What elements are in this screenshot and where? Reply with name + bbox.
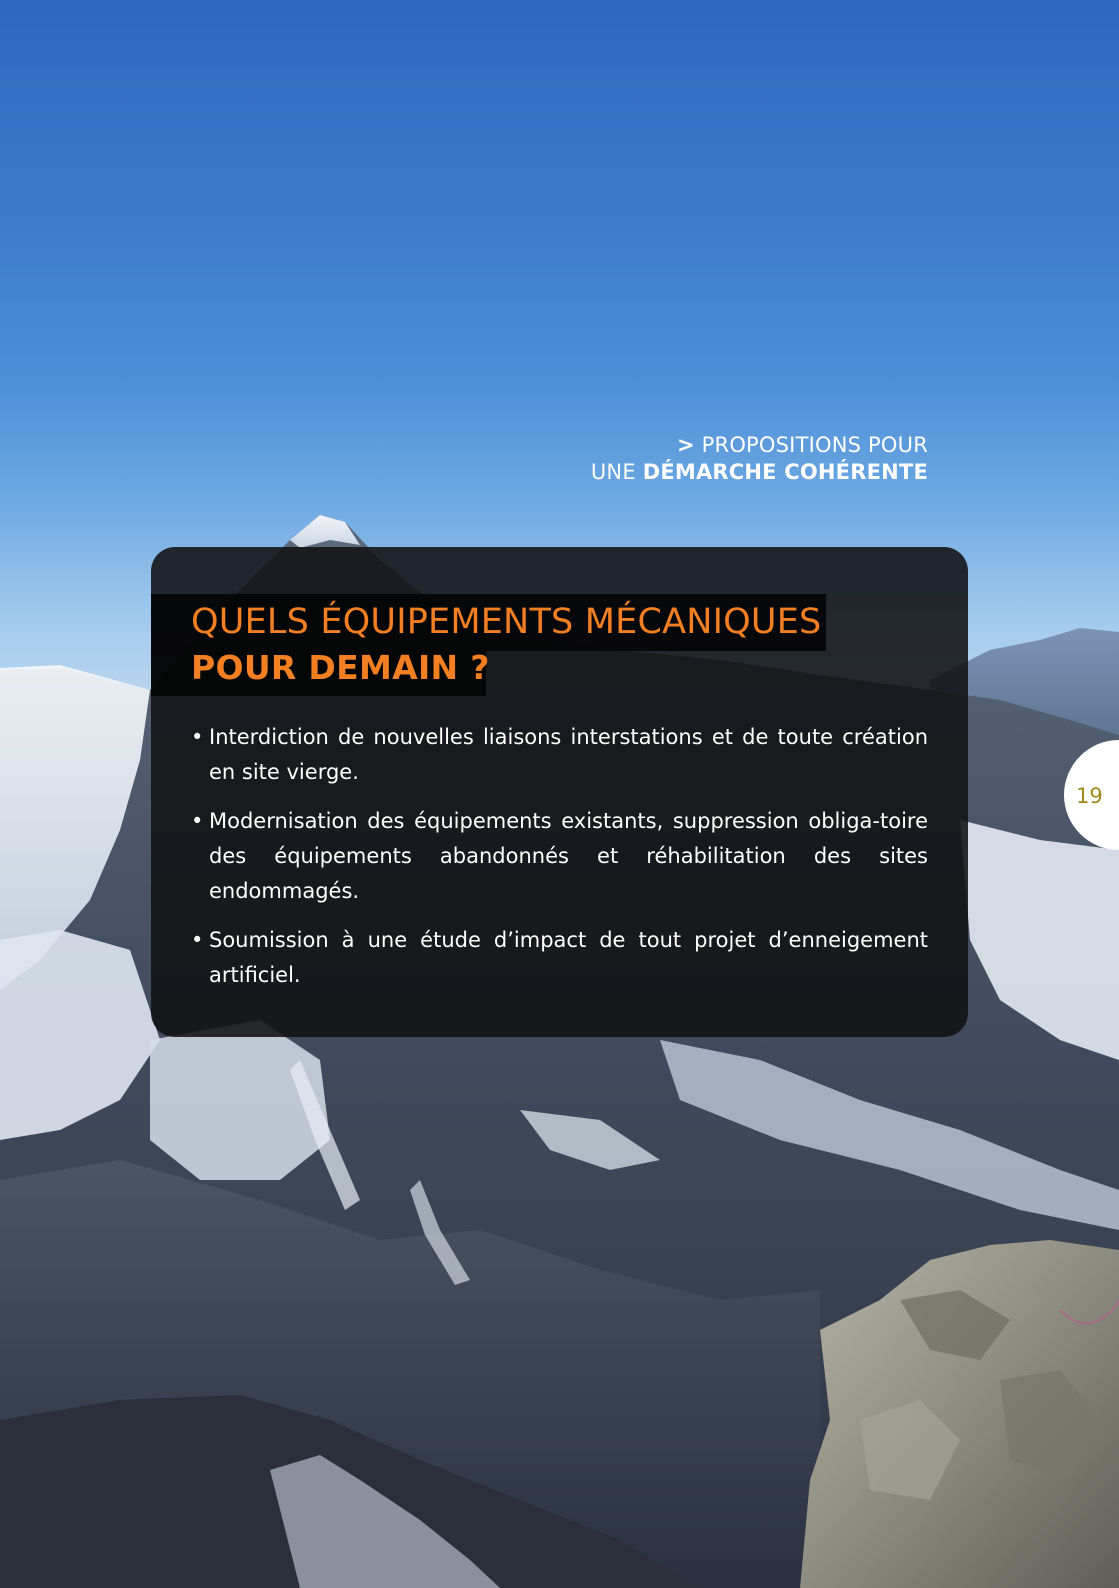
bullet-list: • Interdiction de nouvelles liaisons inte…: [191, 720, 928, 1007]
list-item: • Soumission à une étude d’impact de tout…: [191, 923, 928, 993]
list-item: • Interdiction de nouvelles liaisons inte…: [191, 720, 928, 790]
bullet-icon: •: [191, 809, 204, 833]
section-header-line1: > PROPOSITIONS POUR: [591, 432, 928, 459]
section-header-emphasis: DÉMARCHE COHÉRENTE: [642, 460, 928, 484]
box-title-line2: POUR DEMAIN ?: [191, 648, 490, 687]
bullet-icon: •: [191, 928, 204, 952]
list-item: • Modernisation des équipements existants…: [191, 804, 928, 909]
list-item-text: Interdiction de nouvelles liaisons inter…: [209, 725, 928, 784]
section-header-line2: UNE DÉMARCHE COHÉRENTE: [591, 459, 928, 486]
list-item-text: Modernisation des équipements existants,…: [209, 809, 928, 903]
section-header: > PROPOSITIONS POUR UNE DÉMARCHE COHÉREN…: [591, 432, 928, 486]
page: > PROPOSITIONS POUR UNE DÉMARCHE COHÉREN…: [0, 0, 1119, 1588]
section-header-text: PROPOSITIONS POUR: [701, 433, 928, 457]
chevron-right-icon: >: [676, 433, 695, 457]
page-number: 19: [1076, 784, 1103, 808]
list-item-text: Soumission à une étude d’impact de tout …: [209, 928, 928, 987]
bullet-icon: •: [191, 725, 204, 749]
box-title-line1: QUELS ÉQUIPEMENTS MÉCANIQUES: [191, 602, 822, 642]
section-header-prefix: UNE: [590, 460, 636, 484]
